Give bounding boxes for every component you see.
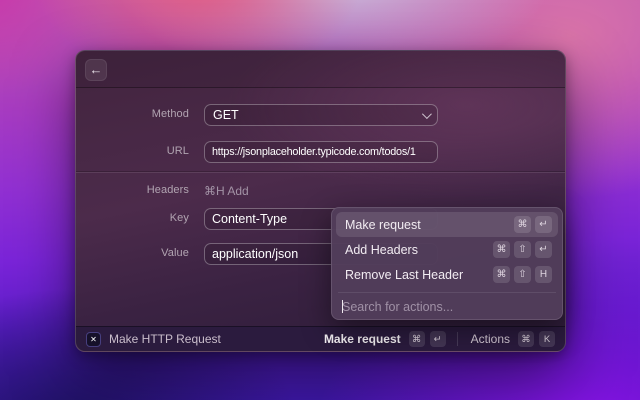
status-bar-actions: Make request ⌘ ↵ Actions ⌘ K (324, 331, 555, 347)
command-key-icon: ⌘ (514, 216, 531, 233)
action-item-add-headers[interactable]: Add Headers ⌘ ⇧ ↵ (336, 237, 558, 262)
command-key-icon: ⌘ (493, 241, 510, 258)
command-key-icon: ⌘ (493, 266, 510, 283)
actions-panel: Make request ⌘ ↵ Add Headers ⌘ ⇧ ↵ Remov… (331, 207, 563, 320)
window-header: ← (76, 51, 565, 88)
return-key-icon: ↵ (429, 331, 446, 347)
k-key-icon: K (539, 331, 555, 347)
back-arrow-icon: ← (89, 62, 103, 77)
action-label: Make request (345, 217, 421, 232)
return-key-icon: ↵ (535, 241, 552, 258)
section-divider (76, 172, 565, 173)
extension-title: Make HTTP Request (109, 332, 221, 346)
return-key-icon: ↵ (535, 216, 552, 233)
action-item-remove-last-header[interactable]: Remove Last Header ⌘ ⇧ H (336, 262, 558, 287)
method-label: Method (151, 108, 189, 120)
method-value: GET (213, 108, 239, 122)
chevron-down-icon (421, 108, 432, 119)
shift-key-icon: ⇧ (514, 266, 531, 283)
action-label: Add Headers (345, 242, 418, 257)
extension-icon: ✕ (86, 331, 101, 347)
headers-add-shortcut-hint[interactable]: ⌘H Add (204, 184, 249, 198)
primary-action-label[interactable]: Make request (324, 332, 401, 346)
action-label: Remove Last Header (345, 267, 464, 282)
status-bar: ✕ Make HTTP Request Make request ⌘ ↵ Act… (76, 326, 565, 351)
actions-search (336, 293, 558, 320)
command-key-icon: ⌘ (408, 331, 425, 347)
value-label: Value (161, 247, 189, 259)
url-input[interactable] (204, 141, 438, 163)
method-dropdown[interactable]: GET (204, 104, 438, 126)
footer-divider (456, 332, 458, 346)
back-button[interactable]: ← (85, 59, 107, 81)
actions-menu-button[interactable]: Actions (471, 332, 510, 346)
text-cursor (342, 300, 343, 313)
h-key-icon: H (535, 266, 552, 283)
actions-search-input[interactable] (336, 299, 558, 314)
url-label: URL (166, 145, 189, 157)
headers-label: Headers (146, 184, 189, 196)
command-key-icon: ⌘ (518, 331, 534, 347)
key-label: Key (169, 212, 189, 224)
desktop-wallpaper: ← Method GET URL Headers ⌘H Add Key Valu… (0, 0, 640, 400)
shift-key-icon: ⇧ (514, 241, 531, 258)
action-item-make-request[interactable]: Make request ⌘ ↵ (336, 212, 558, 237)
